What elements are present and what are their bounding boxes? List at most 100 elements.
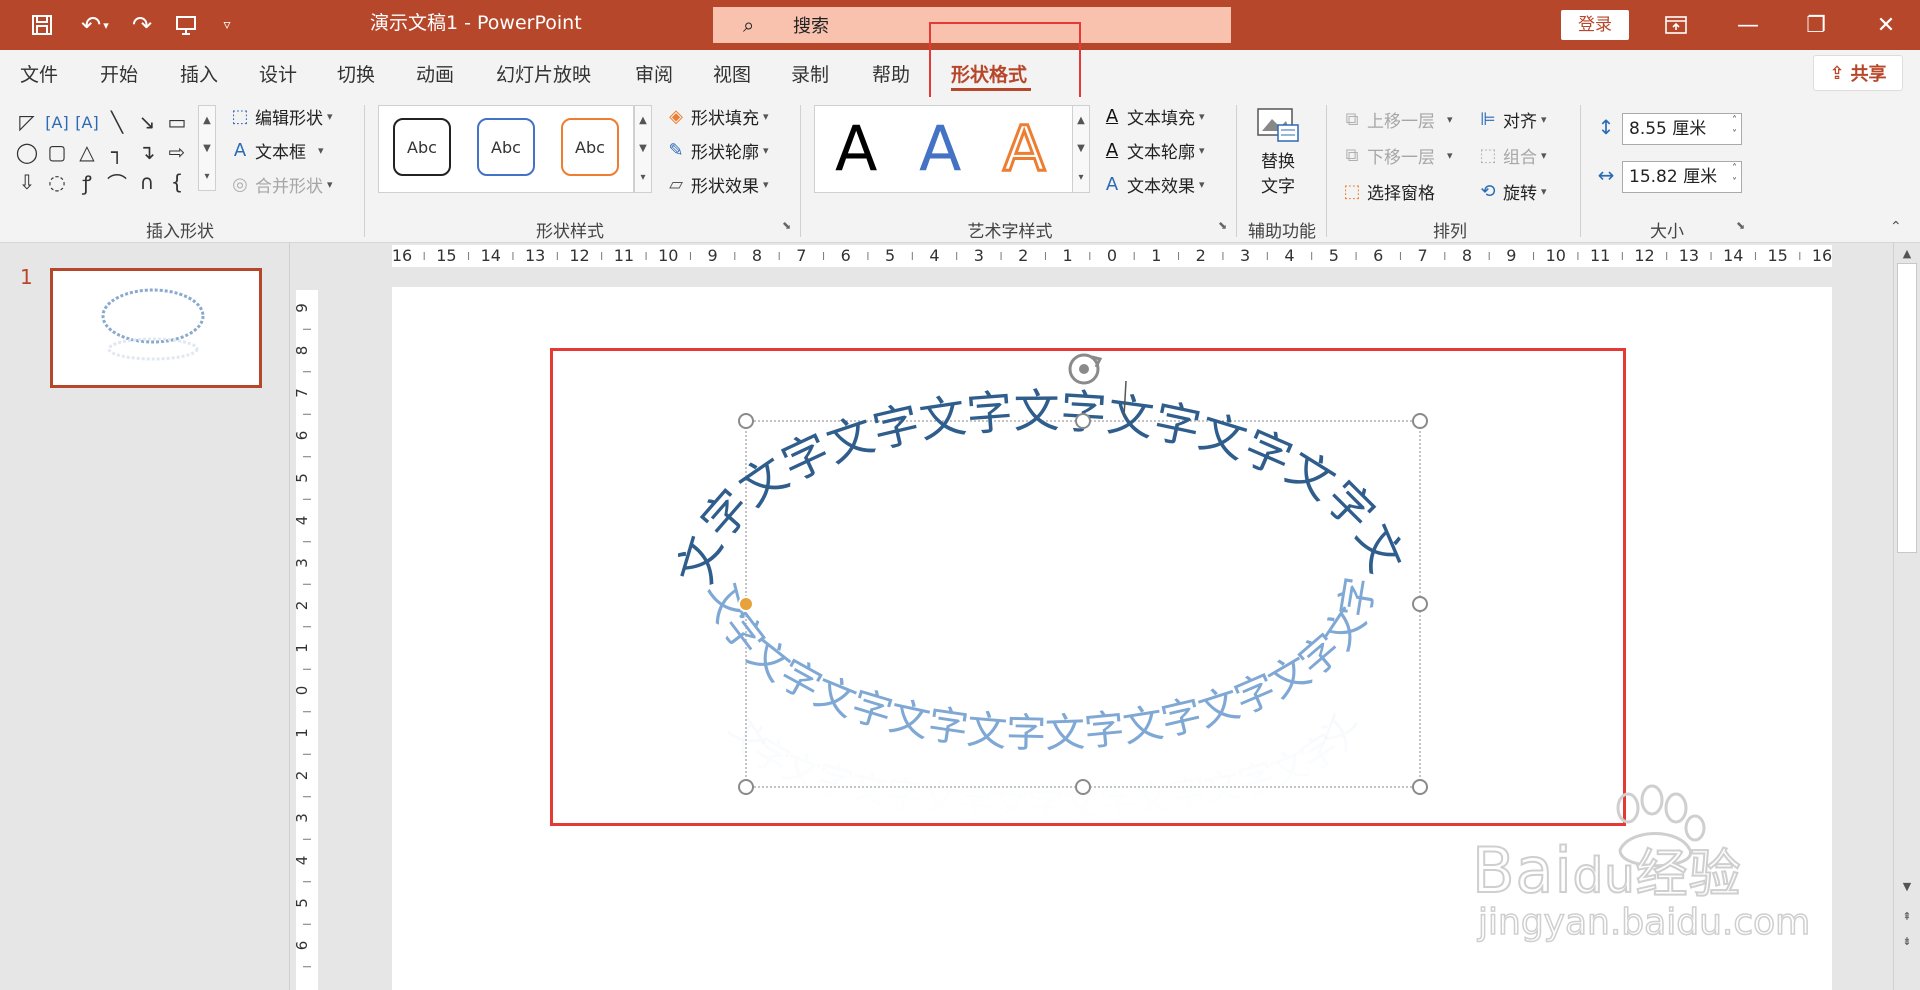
ruler-tick-label: 5: [885, 246, 895, 265]
bring-forward-label: 上移一层: [1367, 112, 1435, 132]
wordart-preset-orange-outline[interactable]: A: [1001, 111, 1046, 187]
shape-brace-icon[interactable]: {: [162, 167, 192, 197]
scroll-down-icon[interactable]: ▼: [1897, 878, 1917, 896]
text-effects-button[interactable]: A 文本效果 ▾: [1100, 172, 1205, 197]
selection-pane-button[interactable]: ⬚ 选择窗格: [1340, 179, 1435, 204]
previous-slide-icon[interactable]: ⇞: [1897, 908, 1917, 926]
login-button[interactable]: 登录: [1561, 10, 1629, 40]
shape-styles-dialog-launcher-icon[interactable]: ⬊: [782, 219, 791, 232]
scroll-up-icon[interactable]: ▲: [1897, 245, 1917, 263]
customize-toolbar-icon[interactable]: ▿: [212, 0, 242, 50]
tab-transitions[interactable]: 切换: [337, 60, 375, 87]
tab-animations[interactable]: 动画: [416, 60, 454, 87]
shape-arc-icon[interactable]: ⌒: [102, 167, 132, 197]
shape-styles-scroll[interactable]: ▲ ▼ ▾: [634, 105, 652, 193]
slide-thumbnail[interactable]: [50, 268, 262, 388]
shape-curve-icon[interactable]: ∩: [132, 167, 162, 197]
group-button[interactable]: ⬚ 组合 ▾: [1476, 143, 1546, 168]
next-slide-icon[interactable]: ⇟: [1897, 933, 1917, 951]
tab-file[interactable]: 文件: [20, 60, 58, 87]
merge-shapes-button[interactable]: ◎ 合并形状 ▾: [228, 172, 332, 197]
collapse-ribbon-icon[interactable]: ⌃: [1890, 219, 1902, 235]
watermark-url: jingyan.baidu.com: [1477, 901, 1811, 944]
tab-design[interactable]: 设计: [259, 60, 297, 87]
shape-rectangle-icon[interactable]: ▭: [162, 107, 192, 137]
presentation-icon[interactable]: [166, 0, 206, 50]
shape-elbow-connector-icon[interactable]: ┐: [102, 137, 132, 167]
shape-vertical-textbox-icon[interactable]: [A]: [72, 107, 102, 137]
wordart-dialog-launcher-icon[interactable]: ⬊: [1218, 219, 1227, 232]
scrollbar-thumb[interactable]: [1897, 263, 1917, 553]
shape-freeform-icon[interactable]: ◌: [42, 167, 72, 197]
width-input[interactable]: 15.82 厘米 ˄ ˅: [1622, 161, 1742, 193]
ruler-tick-label: 0: [296, 686, 311, 696]
close-icon[interactable]: ✕: [1856, 0, 1916, 50]
slide-thumbnail-preview: [101, 288, 205, 361]
shape-elbow-arrow-icon[interactable]: ↴: [132, 137, 162, 167]
shape-oval-icon[interactable]: ◯: [12, 137, 42, 167]
text-outline-button[interactable]: A 文本轮廓 ▾: [1100, 138, 1205, 163]
text-fill-button[interactable]: A 文本填充 ▾: [1100, 104, 1205, 129]
ruler-tick-label: 3: [296, 813, 311, 823]
send-backward-label: 下移一层: [1367, 148, 1435, 168]
shape-style-preset-blue[interactable]: Abc: [477, 118, 535, 176]
watermark-brand-mid: du: [1572, 847, 1636, 905]
shape-right-arrow-icon[interactable]: ⇨: [162, 137, 192, 167]
vertical-scrollbar[interactable]: ▲ ▼ ⇞ ⇟: [1893, 243, 1920, 990]
tab-home[interactable]: 开始: [100, 60, 138, 87]
shape-scribble-icon[interactable]: ꝭ: [72, 167, 102, 197]
wordart-gallery-scroll[interactable]: ▲ ▼ ▾: [1072, 105, 1090, 193]
shape-effects-button[interactable]: ▱ 形状效果 ▾: [664, 172, 768, 197]
slide-number: 1: [20, 265, 33, 289]
restore-icon[interactable]: ❐: [1786, 0, 1846, 50]
minimize-icon[interactable]: —: [1718, 0, 1778, 50]
align-button[interactable]: ⊫ 对齐 ▾: [1476, 107, 1546, 132]
shape-line-icon[interactable]: ╲: [102, 107, 132, 137]
send-backward-button[interactable]: ⧉ 下移一层 ▾: [1340, 143, 1453, 168]
width-spinner[interactable]: ˄ ˅: [1732, 162, 1737, 190]
ruler-tick-label: 7: [796, 246, 806, 265]
shape-style-preset-black[interactable]: Abc: [393, 118, 451, 176]
ruler-tick-label: 15: [1767, 246, 1787, 265]
text-box-button[interactable]: A 文本框 ▾: [228, 138, 324, 163]
shape-fill-button[interactable]: ◈ 形状填充 ▾: [664, 104, 768, 129]
bring-forward-button[interactable]: ⧉ 上移一层 ▾: [1340, 107, 1453, 132]
text-effects-label: 文本效果: [1127, 177, 1195, 197]
shape-outline-button[interactable]: ✎ 形状轮廓 ▾: [664, 138, 768, 163]
height-input[interactable]: 8.55 厘米 ˄ ˅: [1622, 113, 1742, 145]
rotate-button[interactable]: ⟲ 旋转 ▾: [1476, 179, 1546, 204]
ruler-tick-label: 16: [392, 246, 412, 265]
share-button[interactable]: ⇪ 共享: [1813, 55, 1903, 91]
ribbon-display-icon[interactable]: [1646, 0, 1706, 50]
tab-view[interactable]: 视图: [713, 60, 751, 87]
edit-shape-button[interactable]: ⬚ 编辑形状 ▾: [228, 104, 332, 129]
ruler-tick-label: 6: [1373, 246, 1383, 265]
wordart-preset-black[interactable]: A: [835, 112, 877, 185]
slides-panel: 1: [0, 243, 290, 990]
wordart-preset-blue[interactable]: A: [919, 112, 961, 185]
undo-icon[interactable]: ↶ ▾: [70, 0, 120, 50]
size-dialog-launcher-icon[interactable]: ⬊: [1736, 219, 1745, 232]
redo-icon[interactable]: ↷: [122, 0, 162, 50]
bring-forward-icon: ⧉: [1345, 109, 1359, 130]
ruler-tick-label: 9: [708, 246, 718, 265]
shape-style-preset-orange[interactable]: Abc: [561, 118, 619, 176]
shape-arrow-line-icon[interactable]: ↘: [132, 107, 162, 137]
shape-triangle-icon[interactable]: △: [72, 137, 102, 167]
save-icon[interactable]: [22, 0, 62, 50]
shape-textbox-icon[interactable]: [A]: [42, 107, 72, 137]
ruler-tick-label: 9: [296, 303, 311, 313]
shape-snip-rectangle-icon[interactable]: ◸: [12, 107, 42, 137]
tab-record[interactable]: 录制: [791, 60, 829, 87]
alt-text-label-line2: 文字: [1261, 177, 1295, 197]
tab-help[interactable]: 帮助: [872, 60, 910, 87]
alt-text-button[interactable]: 替换 文字: [1256, 107, 1300, 197]
tab-review[interactable]: 审阅: [635, 60, 673, 87]
height-spinner[interactable]: ˄ ˅: [1732, 114, 1737, 142]
shape-down-arrow-icon[interactable]: ⇩: [12, 167, 42, 197]
shapes-gallery-scroll[interactable]: ▲ ▼ ▾: [198, 105, 216, 191]
tab-slideshow[interactable]: 幻灯片放映: [496, 60, 591, 87]
shape-rounded-rectangle-icon[interactable]: ▢: [42, 137, 72, 167]
height-value: 8.55 厘米: [1629, 119, 1707, 139]
tab-insert[interactable]: 插入: [180, 60, 218, 87]
